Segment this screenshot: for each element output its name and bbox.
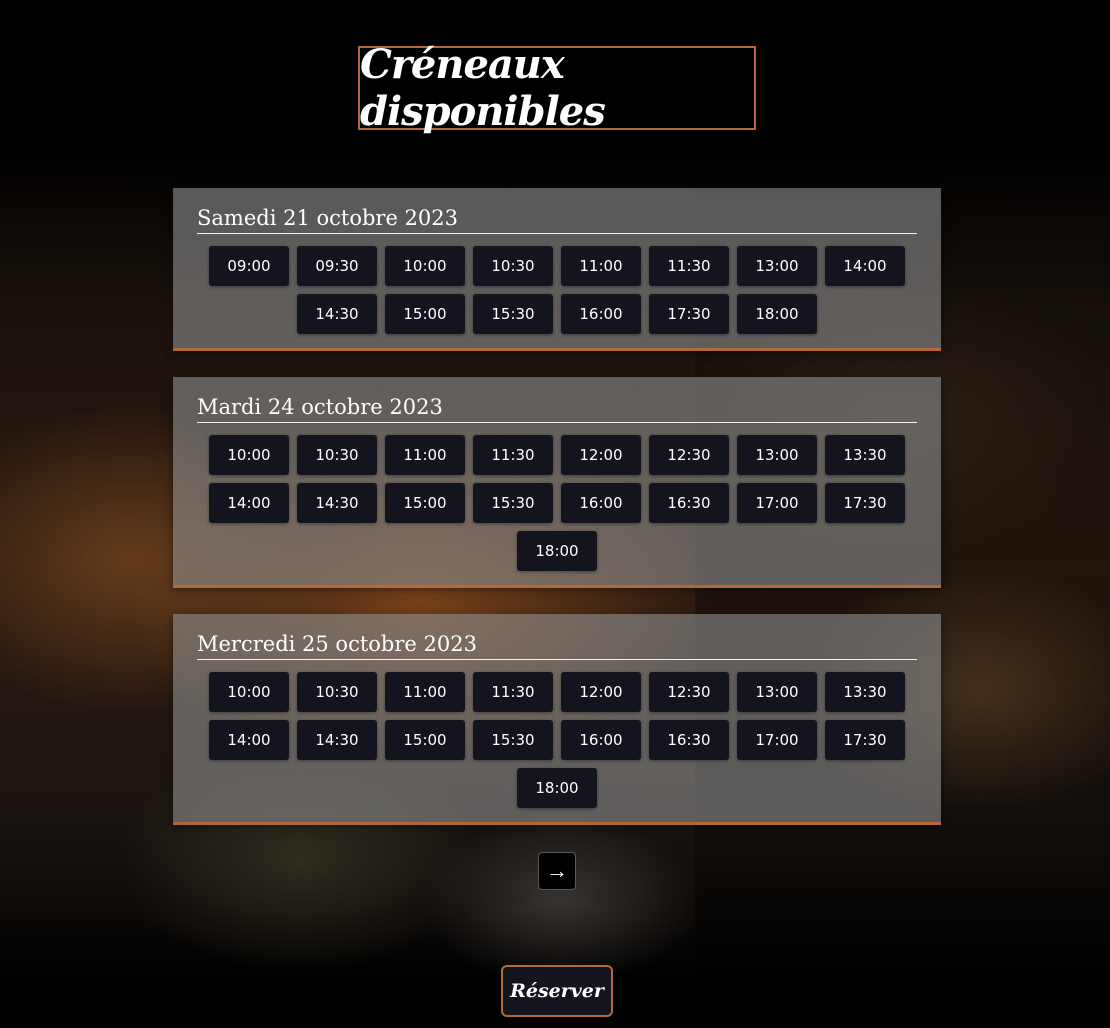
time-slot-button[interactable]: 15:00 (385, 720, 465, 760)
time-slot-button[interactable]: 10:30 (473, 246, 553, 286)
time-slot-button[interactable]: 11:00 (385, 672, 465, 712)
time-slot-button[interactable]: 13:30 (825, 672, 905, 712)
slot-list: 09:00 09:30 10:00 10:30 11:00 11:30 13:0… (173, 234, 941, 348)
time-slot-button[interactable]: 18:00 (517, 531, 597, 571)
reserve-button[interactable]: Réserver (501, 965, 613, 1017)
time-slot-button[interactable]: 17:30 (825, 483, 905, 523)
time-slot-button[interactable]: 14:30 (297, 294, 377, 334)
time-slot-button[interactable]: 12:30 (649, 672, 729, 712)
day-title: Mercredi 25 octobre 2023 (197, 630, 917, 660)
time-slot-button[interactable]: 14:30 (297, 483, 377, 523)
time-slot-button[interactable]: 13:00 (737, 435, 817, 475)
time-slot-button[interactable]: 10:30 (297, 435, 377, 475)
time-slot-button[interactable]: 10:30 (297, 672, 377, 712)
day-card-samedi: Samedi 21 octobre 2023 09:00 09:30 10:00… (173, 188, 941, 348)
time-slot-button[interactable]: 15:30 (473, 483, 553, 523)
time-slot-button[interactable]: 14:00 (209, 483, 289, 523)
time-slot-button[interactable]: 15:30 (473, 294, 553, 334)
time-slot-button[interactable]: 10:00 (209, 672, 289, 712)
time-slot-button[interactable]: 17:00 (737, 720, 817, 760)
time-slot-button[interactable]: 11:00 (385, 435, 465, 475)
time-slot-button[interactable]: 13:00 (737, 246, 817, 286)
time-slot-button[interactable]: 16:30 (649, 483, 729, 523)
time-slot-button[interactable]: 18:00 (737, 294, 817, 334)
time-slot-button[interactable]: 16:00 (561, 483, 641, 523)
day-title: Mardi 24 octobre 2023 (197, 393, 917, 423)
time-slot-button[interactable]: 09:00 (209, 246, 289, 286)
day-card-mercredi: Mercredi 25 octobre 2023 10:00 10:30 11:… (173, 614, 941, 822)
time-slot-button[interactable]: 17:30 (825, 720, 905, 760)
time-slot-button[interactable]: 11:00 (561, 246, 641, 286)
time-slot-button[interactable]: 12:30 (649, 435, 729, 475)
time-slot-button[interactable]: 18:00 (517, 768, 597, 808)
page-title: Créneaux disponibles (360, 41, 606, 135)
slot-list: 10:00 10:30 11:00 11:30 12:00 12:30 13:0… (173, 660, 941, 822)
time-slot-button[interactable]: 11:30 (649, 246, 729, 286)
time-slot-button[interactable]: 15:30 (473, 720, 553, 760)
day-card-mardi: Mardi 24 octobre 2023 10:00 10:30 11:00 … (173, 377, 941, 585)
time-slot-button[interactable]: 11:30 (473, 672, 553, 712)
time-slot-button[interactable]: 10:00 (385, 246, 465, 286)
time-slot-button[interactable]: 13:30 (825, 435, 905, 475)
day-title: Samedi 21 octobre 2023 (197, 204, 917, 234)
time-slot-button[interactable]: 10:00 (209, 435, 289, 475)
time-slot-button[interactable]: 16:00 (561, 294, 641, 334)
time-slot-button[interactable]: 17:30 (649, 294, 729, 334)
time-slot-button[interactable]: 11:30 (473, 435, 553, 475)
next-page-button[interactable]: → (538, 852, 576, 890)
time-slot-button[interactable]: 13:00 (737, 672, 817, 712)
arrow-right-icon: → (546, 858, 568, 883)
time-slot-button[interactable]: 15:00 (385, 294, 465, 334)
time-slot-button[interactable]: 09:30 (297, 246, 377, 286)
time-slot-button[interactable]: 16:30 (649, 720, 729, 760)
time-slot-button[interactable]: 14:30 (297, 720, 377, 760)
time-slot-button[interactable]: 15:00 (385, 483, 465, 523)
time-slot-button[interactable]: 12:00 (561, 672, 641, 712)
slot-list: 10:00 10:30 11:00 11:30 12:00 12:30 13:0… (173, 423, 941, 585)
time-slot-button[interactable]: 14:00 (825, 246, 905, 286)
time-slot-button[interactable]: 12:00 (561, 435, 641, 475)
page-title-box: Créneaux disponibles (358, 41, 756, 135)
time-slot-button[interactable]: 14:00 (209, 720, 289, 760)
time-slot-button[interactable]: 16:00 (561, 720, 641, 760)
time-slot-button[interactable]: 17:00 (737, 483, 817, 523)
